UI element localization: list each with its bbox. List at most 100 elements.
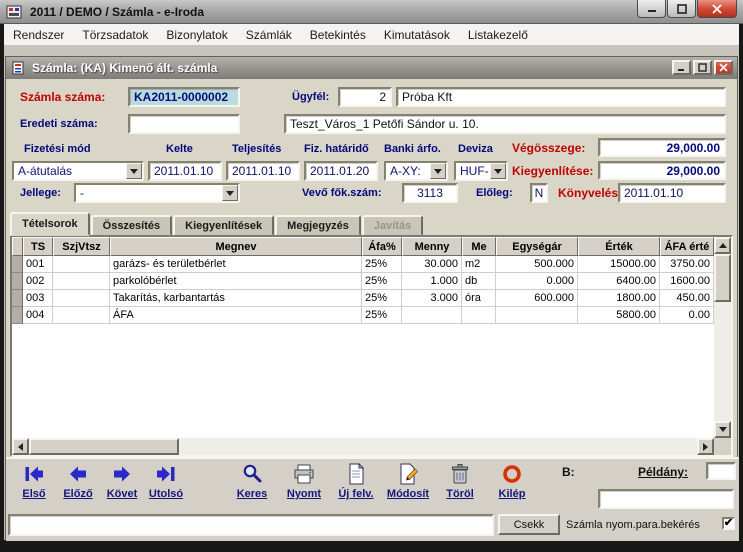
edit-button-label: Módosít [387,488,429,500]
status-input[interactable] [8,514,494,536]
row-selector[interactable] [12,273,23,290]
tab-megjegyzes[interactable]: Megjegyzés [275,215,361,236]
cell-megnev: garázs- és területbérlet [110,256,362,273]
cell-megnev: ÁFA [110,307,362,324]
currency-dropdown-arrow-icon[interactable] [490,163,506,179]
payment-mode-value: A-átutalás [18,164,72,178]
scroll-right-button[interactable] [697,438,714,455]
cell-ertek: 15000.00 [578,256,660,273]
scroll-left-button[interactable] [12,438,29,455]
fulfillment-date-field[interactable]: 2011.01.10 [226,161,300,181]
due-date-field[interactable]: 2011.01.20 [304,161,378,181]
cell-megnev: Takarítás, karbantartás [110,290,362,307]
row-selector[interactable] [12,307,23,324]
aux-input-field[interactable] [600,492,732,508]
menu-item-listakezelo[interactable]: Listakezelő [459,24,537,46]
customer-name-field[interactable]: Próba Kft [396,87,726,107]
exit-button[interactable]: Kilép [490,462,534,510]
cell-afaertek: 1600.00 [660,273,714,290]
aux-input[interactable] [598,489,734,509]
settled-value-field[interactable]: 29,000.00 [598,161,726,180]
grid-horizontal-scrollbar[interactable] [12,438,714,455]
type-dropdown[interactable]: - [74,183,240,203]
table-row[interactable]: 001 garázs- és területbérlet 25% 30.000 … [12,256,714,273]
tab-osszesites[interactable]: Összesítés [91,215,172,236]
cell-egysegar [496,307,578,324]
scroll-up-button[interactable] [714,237,731,254]
grid-header-megnev[interactable]: Megnev [110,237,362,256]
bank-rate-dropdown[interactable]: A-XY: [384,161,448,181]
grid-header-menny[interactable]: Menny [402,237,462,256]
cell-afa: 25% [362,273,402,290]
next-icon [110,462,134,486]
customer-code-field[interactable]: 2 [338,87,392,107]
bank-rate-dropdown-arrow-icon[interactable] [430,163,446,179]
window-title: 2011 / DEMO / Számla - e-Iroda [30,5,204,19]
print-button[interactable]: Nyomt [282,462,326,510]
payment-mode-dropdown-arrow-icon[interactable] [126,163,142,179]
csekk-button[interactable]: Csekk [498,514,560,535]
total-value-field[interactable]: 29,000.00 [598,138,726,157]
grid-header-afa[interactable]: Áfa% [362,237,402,256]
horizontal-scroll-thumb[interactable] [29,438,179,455]
search-button[interactable]: Keres [230,462,274,510]
issue-date-field[interactable]: 2011.01.10 [148,161,222,181]
table-row[interactable]: 003 Takarítás, karbantartás 25% 3.000 ór… [12,290,714,307]
print-param-checkbox[interactable]: ✔ [722,517,735,530]
copies-input[interactable] [706,462,736,480]
grid-header-ertek[interactable]: Érték [578,237,660,256]
ledger-number-field[interactable]: 3113 [402,183,458,203]
menu-item-betekintes[interactable]: Betekintés [301,24,375,46]
tab-kiegyenlitesek[interactable]: Kiegyenlítések [173,215,274,236]
menu-item-torzsadatok[interactable]: Törzsadatok [73,24,157,46]
grid-header-me[interactable]: Me [462,237,496,256]
menu-item-rendszer[interactable]: Rendszer [4,24,73,46]
advance-field[interactable]: N [530,183,548,203]
menu-item-bizonylatok[interactable]: Bizonylatok [157,24,236,46]
scroll-down-button[interactable] [714,421,731,438]
invoice-close-button[interactable] [714,60,733,75]
copies-input-field[interactable] [708,466,734,480]
payment-mode-dropdown[interactable]: A-átutalás [12,161,144,181]
grid-header-afaertek[interactable]: ÁFA érté [660,237,714,256]
customer-address-field[interactable]: Teszt_Város_1 Petőfi Sándor u. 10. [284,114,726,134]
edit-button[interactable]: Módosít [386,462,430,510]
cell-me [462,307,496,324]
cell-egysegar: 0.000 [496,273,578,290]
new-record-button[interactable]: Új felv. [334,462,378,510]
menu-item-kimutatasok[interactable]: Kimutatások [375,24,459,46]
invoice-maximize-button[interactable] [693,60,712,75]
currency-dropdown[interactable]: HUF- [454,161,508,181]
grid-header-ts[interactable]: TS [23,237,53,256]
table-row[interactable]: 002 parkolóbérlet 25% 1.000 db 0.000 640… [12,273,714,290]
delete-button[interactable]: Töröl [438,462,482,510]
invoice-minimize-button[interactable] [672,60,691,75]
cell-me: m2 [462,256,496,273]
invoice-number-value[interactable]: KA2011-0000002 [128,87,240,107]
status-input-field[interactable] [10,516,492,534]
prev-button[interactable]: Előző [56,462,100,510]
minimize-button[interactable] [637,0,666,18]
booking-date-field[interactable]: 2011.01.10 [618,183,726,203]
last-button[interactable]: Utolsó [144,462,188,510]
first-button[interactable]: Első [12,462,56,510]
cell-ts: 004 [23,307,53,324]
grid-header-szjvtsz[interactable]: SzjVtsz [53,237,110,256]
row-selector[interactable] [12,256,23,273]
type-dropdown-arrow-icon[interactable] [222,185,238,201]
next-button[interactable]: Követ [100,462,144,510]
type-value: - [80,186,84,200]
grid-vertical-scrollbar[interactable] [714,237,731,438]
tab-javitas[interactable]: Javítás [362,215,423,236]
vertical-scroll-thumb[interactable] [714,254,731,302]
close-button[interactable] [697,0,737,18]
tab-tetelsorok[interactable]: Tételsorok [10,212,90,236]
maximize-button[interactable] [667,0,696,18]
menu-item-szamlak[interactable]: Számlák [237,24,301,46]
first-icon [22,462,46,486]
original-number-field[interactable] [128,114,240,134]
row-selector[interactable] [12,290,23,307]
grid-header-egysegar[interactable]: Egységár [496,237,578,256]
table-row[interactable]: 004 ÁFA 25% 5800.00 0.00 [12,307,714,324]
invoice-number-label: Számla száma: [20,90,105,104]
